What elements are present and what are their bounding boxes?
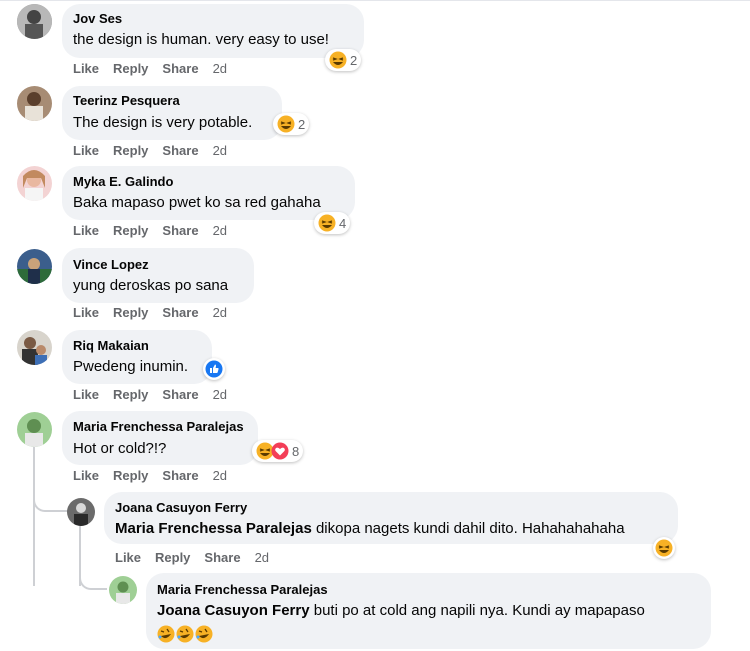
comment-actions: Like Reply Share 2d: [73, 61, 241, 76]
reply-text: Maria Frenchessa Paralejas dikopa nagets…: [115, 520, 625, 537]
thread-branch: [33, 486, 69, 512]
reaction-count: 4: [339, 215, 347, 231]
rofl-icon: [176, 625, 194, 643]
timestamp[interactable]: 2d: [213, 387, 227, 402]
comment-text: Pwedeng inumin.: [73, 358, 189, 375]
like-link[interactable]: Like: [73, 143, 99, 158]
commenter-name[interactable]: Maria Frenchessa Paralejas: [73, 419, 244, 434]
reply-text: Joana Casuyon Ferry buti po at cold ang …: [157, 602, 645, 619]
share-link[interactable]: Share: [162, 223, 198, 238]
mention-link[interactable]: Joana Casuyon Ferry: [157, 602, 310, 619]
rofl-icon: [157, 625, 175, 643]
avatar[interactable]: [17, 166, 52, 201]
haha-icon: [329, 51, 347, 69]
reaction-badge[interactable]: 4: [314, 212, 351, 234]
comment-actions: Like Reply Share 2d: [73, 305, 241, 320]
reply-link[interactable]: Reply: [113, 61, 148, 76]
reply-actions: Like Reply Share 2d: [115, 550, 283, 565]
reaction-badge[interactable]: 2: [325, 49, 362, 71]
top-divider: [0, 0, 750, 1]
reaction-count: 8: [292, 443, 300, 459]
share-link[interactable]: Share: [204, 550, 240, 565]
comment-text: The design is very potable.: [73, 114, 253, 131]
reaction-badge[interactable]: 2: [273, 113, 310, 135]
share-link[interactable]: Share: [162, 468, 198, 483]
reaction-badge[interactable]: [653, 537, 675, 559]
comment-text: the design is human. very easy to use!: [73, 31, 329, 48]
commenter-name[interactable]: Myka E. Galindo: [73, 174, 173, 189]
comment-text: Baka mapaso pwet ko sa red gahaha: [73, 194, 321, 211]
share-link[interactable]: Share: [162, 387, 198, 402]
commenter-name[interactable]: Joana Casuyon Ferry: [115, 500, 247, 515]
commenter-name[interactable]: Teerinz Pesquera: [73, 93, 180, 108]
reply-link[interactable]: Reply: [113, 305, 148, 320]
commenter-name[interactable]: Maria Frenchessa Paralejas: [157, 582, 328, 597]
timestamp[interactable]: 2d: [213, 223, 227, 238]
commenter-name[interactable]: Riq Makaian: [73, 338, 149, 353]
comment-text: yung deroskas po sana: [73, 277, 229, 294]
like-link[interactable]: Like: [73, 305, 99, 320]
commenter-name[interactable]: Jov Ses: [73, 11, 122, 26]
reply-link[interactable]: Reply: [113, 468, 148, 483]
like-link[interactable]: Like: [73, 223, 99, 238]
timestamp[interactable]: 2d: [213, 468, 227, 483]
avatar[interactable]: [17, 86, 52, 121]
haha-icon: [318, 214, 336, 232]
avatar[interactable]: [17, 249, 52, 284]
emoji-line: [157, 625, 213, 643]
avatar[interactable]: [17, 330, 52, 365]
like-link[interactable]: Like: [73, 387, 99, 402]
share-link[interactable]: Share: [162, 305, 198, 320]
comment-actions: Like Reply Share 2d: [73, 387, 241, 402]
timestamp[interactable]: 2d: [213, 143, 227, 158]
haha-icon: [655, 539, 673, 557]
share-link[interactable]: Share: [162, 61, 198, 76]
comment-actions: Like Reply Share 2d: [73, 143, 241, 158]
reaction-badge[interactable]: 8: [252, 440, 304, 462]
like-icon: [205, 360, 223, 378]
mention-link[interactable]: Maria Frenchessa Paralejas: [115, 520, 312, 537]
reply-link[interactable]: Reply: [155, 550, 190, 565]
haha-icon: [277, 115, 295, 133]
like-link[interactable]: Like: [73, 468, 99, 483]
avatar[interactable]: [17, 412, 52, 447]
commenter-name[interactable]: Vince Lopez: [73, 257, 149, 272]
reaction-count: 2: [298, 116, 306, 132]
avatar[interactable]: [67, 498, 95, 526]
reaction-count: 2: [350, 52, 358, 68]
comment-actions: Like Reply Share 2d: [73, 468, 241, 483]
avatar[interactable]: [17, 4, 52, 39]
comment-text: Hot or cold?!?: [73, 440, 167, 457]
reply-link[interactable]: Reply: [113, 223, 148, 238]
like-link[interactable]: Like: [115, 550, 141, 565]
share-link[interactable]: Share: [162, 143, 198, 158]
timestamp[interactable]: 2d: [213, 61, 227, 76]
timestamp[interactable]: 2d: [255, 550, 269, 565]
thread-line: [33, 446, 35, 586]
like-link[interactable]: Like: [73, 61, 99, 76]
reply-body: buti po at cold ang napili nya. Kundi ay…: [309, 602, 645, 619]
avatar[interactable]: [109, 576, 137, 604]
love-icon: [271, 442, 289, 460]
timestamp[interactable]: 2d: [213, 305, 227, 320]
rofl-icon: [195, 625, 213, 643]
comment-actions: Like Reply Share 2d: [73, 223, 241, 238]
reply-body: dikopa nagets kundi dahil dito. Hahahaha…: [311, 520, 625, 537]
thread-branch: [79, 564, 107, 590]
reply-link[interactable]: Reply: [113, 143, 148, 158]
reaction-badge[interactable]: [203, 358, 225, 380]
reply-link[interactable]: Reply: [113, 387, 148, 402]
